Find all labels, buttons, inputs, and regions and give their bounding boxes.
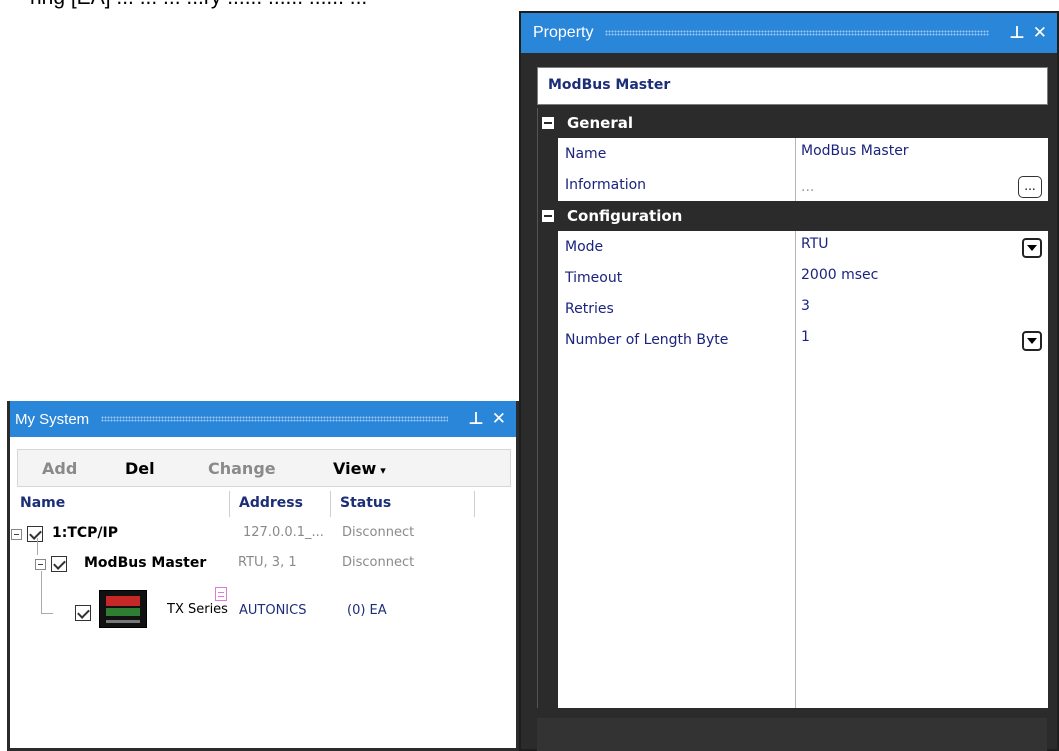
category-label: Configuration xyxy=(567,207,683,225)
property-row-name[interactable]: Name ModBus Master xyxy=(558,139,1048,170)
delete-button[interactable]: Del xyxy=(125,459,155,478)
property-name: Mode xyxy=(565,239,604,255)
category-label: General xyxy=(567,114,633,132)
change-button[interactable]: Change xyxy=(208,459,276,478)
column-separator[interactable] xyxy=(229,491,230,517)
node-label: TX Series xyxy=(167,602,228,617)
property-grid: General Name ModBus Master Information .… xyxy=(537,108,1048,708)
property-titlebar[interactable]: Property ⊥ ✕ xyxy=(521,13,1057,53)
property-title: Property xyxy=(533,24,594,41)
tree-row-tcpip[interactable]: 1:TCP/IP 127.0.0.1_... Disconnect xyxy=(10,519,516,549)
column-header-name[interactable]: Name xyxy=(20,495,65,511)
add-button[interactable]: Add xyxy=(42,459,77,478)
pin-icon[interactable]: ⊥ xyxy=(1009,23,1025,43)
view-menu-button[interactable]: View ▾ xyxy=(333,459,386,478)
dropdown-arrow-icon[interactable] xyxy=(1022,331,1042,351)
my-system-titlebar[interactable]: My System ⊥ ✕ xyxy=(10,401,516,437)
property-name: Number of Length Byte xyxy=(565,332,729,348)
my-system-window: My System ⊥ ✕ Add Del Change View ▾ Name … xyxy=(7,401,519,751)
category-general[interactable]: General xyxy=(538,108,1048,138)
category-configuration[interactable]: Configuration xyxy=(538,201,1048,231)
property-value[interactable]: 2000 msec xyxy=(801,267,878,283)
collapse-icon[interactable] xyxy=(542,210,554,222)
node-address: RTU, 3, 1 xyxy=(238,555,297,570)
property-window: Property ⊥ ✕ ModBus Master General Name … xyxy=(519,11,1059,751)
property-row-information[interactable]: Information ... ... xyxy=(558,170,1048,201)
titlebar-grip[interactable] xyxy=(101,416,449,422)
close-icon[interactable]: ✕ xyxy=(1033,23,1047,43)
column-header-address[interactable]: Address xyxy=(239,495,303,511)
clipped-background-text: ring [EA] ... ... ... ...ry ...... .....… xyxy=(30,0,367,10)
device-thumbnail xyxy=(99,590,147,628)
node-label: ModBus Master xyxy=(84,555,207,571)
close-icon[interactable]: ✕ xyxy=(492,409,506,429)
dropdown-arrow-icon[interactable] xyxy=(1022,238,1042,258)
enabled-checkbox[interactable] xyxy=(75,605,91,621)
titlebar-grip[interactable] xyxy=(605,30,990,36)
my-system-title: My System xyxy=(15,410,90,428)
chevron-down-icon: ▾ xyxy=(380,464,386,477)
property-value[interactable]: RTU xyxy=(801,236,829,252)
view-menu-label: View xyxy=(333,459,377,478)
collapse-icon[interactable] xyxy=(542,117,554,129)
node-address: 127.0.0.1_... xyxy=(243,525,324,540)
ellipsis-button[interactable]: ... xyxy=(1018,176,1042,198)
column-separator[interactable] xyxy=(474,491,475,517)
property-row-mode[interactable]: Mode RTU xyxy=(558,232,1048,263)
collapse-icon[interactable] xyxy=(35,559,46,570)
node-address: AUTONICS xyxy=(239,603,307,618)
enabled-checkbox[interactable] xyxy=(27,526,43,542)
property-name: Retries xyxy=(565,301,614,317)
property-name: Information xyxy=(565,177,647,193)
selected-object-name: ModBus Master xyxy=(537,67,1048,105)
property-value[interactable]: 3 xyxy=(801,298,810,314)
property-name: Timeout xyxy=(565,270,623,286)
property-row-retries[interactable]: Retries 3 xyxy=(558,294,1048,325)
tree-column-headers: Name Address Status xyxy=(10,491,516,517)
property-row-length-byte[interactable]: Number of Length Byte 1 xyxy=(558,325,1048,356)
property-row-timeout[interactable]: Timeout 2000 msec xyxy=(558,263,1048,294)
enabled-checkbox[interactable] xyxy=(51,556,67,572)
grid-gutter xyxy=(538,108,558,708)
property-name: Name xyxy=(565,146,607,162)
pin-icon[interactable]: ⊥ xyxy=(468,409,484,429)
node-status: Disconnect xyxy=(342,525,415,540)
tree-row-modbus-master[interactable]: ModBus Master RTU, 3, 1 Disconnect xyxy=(10,549,516,579)
node-status: (0) EA xyxy=(347,603,387,618)
property-value[interactable]: 1 xyxy=(801,329,810,345)
node-status: Disconnect xyxy=(342,555,415,570)
column-header-status[interactable]: Status xyxy=(340,495,391,511)
property-value[interactable]: ModBus Master xyxy=(801,143,909,159)
collapse-icon[interactable] xyxy=(11,529,22,540)
property-description-pane xyxy=(537,718,1047,751)
my-system-toolbar: Add Del Change View ▾ xyxy=(17,449,511,487)
device-list-icon xyxy=(215,587,227,601)
tree-row-tx-series[interactable]: TX Series AUTONICS (0) EA xyxy=(10,587,516,631)
node-label: 1:TCP/IP xyxy=(52,525,119,541)
property-value[interactable]: ... xyxy=(801,179,814,195)
column-separator[interactable] xyxy=(330,491,331,517)
